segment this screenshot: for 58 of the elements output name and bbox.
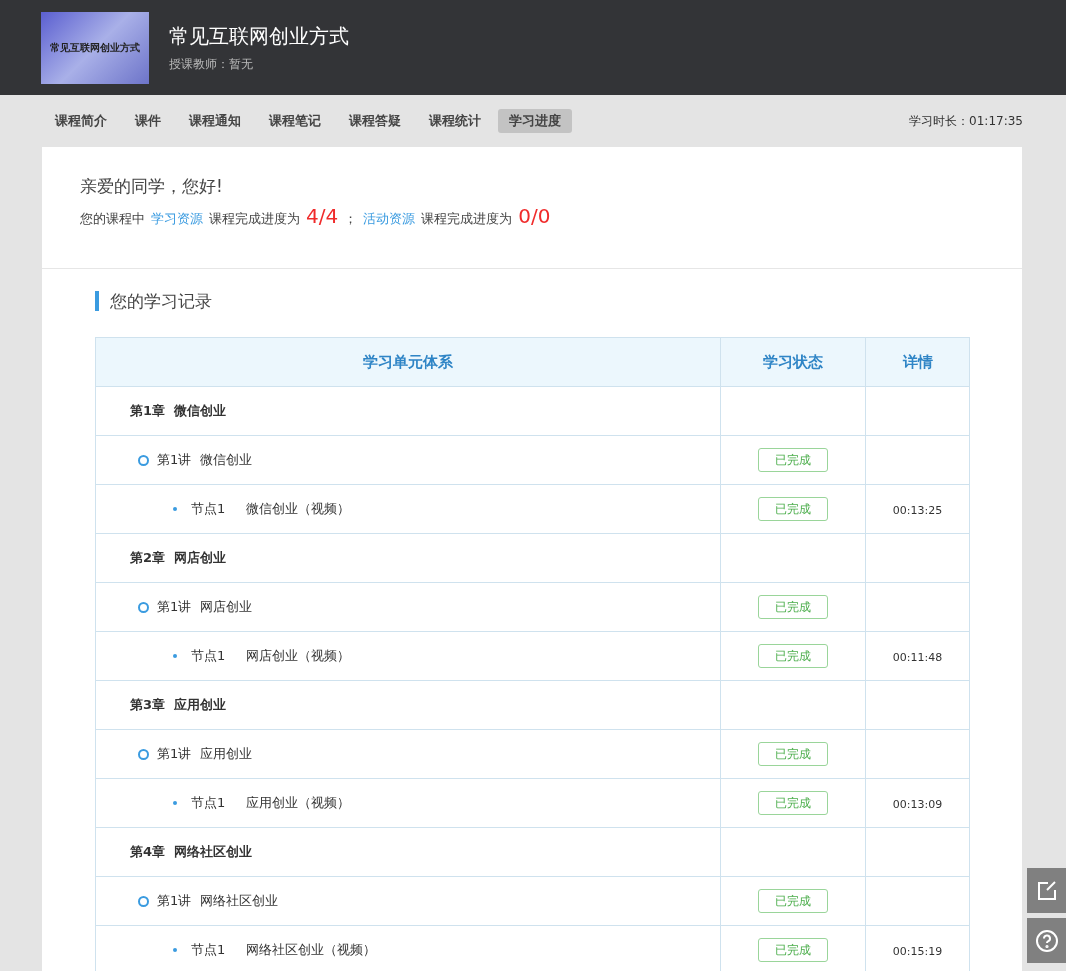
column-header: 详情 xyxy=(865,337,970,387)
edit-button[interactable] xyxy=(1027,868,1066,913)
nav-tab[interactable]: 课程统计 xyxy=(418,109,492,133)
circle-icon xyxy=(138,601,149,613)
chapter-title: 第1章 微信创业 xyxy=(130,403,227,418)
teacher-text: 授课教师：暂无 xyxy=(169,55,254,73)
duration-text: 00:15:19 xyxy=(892,944,943,958)
nav-tab[interactable]: 课程答疑 xyxy=(338,109,412,133)
help-button[interactable] xyxy=(1027,918,1066,963)
bullet-icon xyxy=(173,801,177,805)
column-header: 学习单元体系 xyxy=(95,337,721,387)
status-badge: 已完成 xyxy=(758,644,828,668)
duration-text: 00:11:48 xyxy=(892,650,943,664)
status-badge: 已完成 xyxy=(758,497,828,521)
help-icon xyxy=(1034,928,1059,953)
node-title: 节点1 应用创业（视频） xyxy=(191,794,350,812)
node-title: 节点1 网络社区创业（视频） xyxy=(191,941,376,959)
progress-value: 0/0 xyxy=(518,204,551,228)
status-badge: 已完成 xyxy=(758,448,828,472)
study-time: 学习时长：01:17:35 xyxy=(909,112,1023,130)
section-title: 您的学习记录 xyxy=(95,291,970,311)
nav-tab[interactable]: 课程通知 xyxy=(178,109,252,133)
separator-text: ； xyxy=(344,210,358,228)
chapter-title: 第2章 网店创业 xyxy=(130,550,227,565)
nav-tab[interactable]: 课程简介 xyxy=(44,109,118,133)
status-badge: 已完成 xyxy=(758,889,828,913)
nav-tab[interactable]: 学习进度 xyxy=(498,109,572,133)
lecture-title: 第1讲 应用创业 xyxy=(157,745,252,763)
duration-text: 00:13:09 xyxy=(892,797,943,811)
progress-value: 4/4 xyxy=(306,204,339,228)
chapter-title: 第4章 网络社区创业 xyxy=(130,844,253,859)
greeting-text: 亲爱的同学，您好! xyxy=(80,175,224,198)
progress-text: 课程完成进度为 xyxy=(209,210,300,228)
node-title: 节点1 微信创业（视频） xyxy=(191,500,350,518)
duration-text: 00:13:25 xyxy=(892,503,943,517)
progress-text: 课程完成进度为 xyxy=(421,210,513,228)
nav-tab[interactable]: 课件 xyxy=(124,109,172,133)
status-badge: 已完成 xyxy=(758,791,828,815)
bullet-icon xyxy=(173,507,177,511)
course-title: 常见互联网创业方式 xyxy=(169,22,349,50)
course-thumbnail: 常见互联网创业方式 xyxy=(41,11,149,84)
lecture-title: 第1讲 网络社区创业 xyxy=(157,892,278,910)
status-badge: 已完成 xyxy=(758,938,828,962)
progress-text: 您的课程中 xyxy=(80,210,145,228)
edit-icon xyxy=(1035,879,1058,902)
nav-tab[interactable]: 课程笔记 xyxy=(258,109,332,133)
circle-icon xyxy=(138,748,149,760)
column-header: 学习状态 xyxy=(720,337,866,387)
bullet-icon xyxy=(173,654,177,658)
node-title: 节点1 网店创业（视频） xyxy=(191,647,350,665)
lecture-title: 第1讲 网店创业 xyxy=(157,598,252,616)
status-badge: 已完成 xyxy=(758,742,828,766)
status-badge: 已完成 xyxy=(758,595,828,619)
circle-icon xyxy=(138,895,149,907)
bullet-icon xyxy=(173,948,177,952)
chapter-title: 第3章 应用创业 xyxy=(130,697,227,712)
lecture-title: 第1讲 微信创业 xyxy=(157,451,252,469)
circle-icon xyxy=(138,454,149,466)
